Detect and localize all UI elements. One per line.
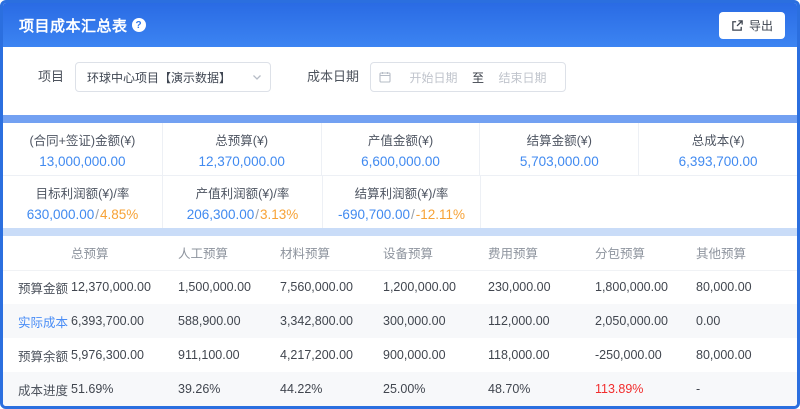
summary-row-2: 目标利润额(¥)/率 630,000.00/4.85% 产值利润额(¥)/率 2… bbox=[3, 176, 797, 228]
table-cell: 44.22% bbox=[280, 372, 383, 406]
summary-card-total-cost: 总成本(¥) 6,393,700.00 bbox=[638, 123, 797, 175]
table-row-budget-amount: 预算金额 12,370,000.00 1,500,000.00 7,560,00… bbox=[3, 270, 800, 304]
summary-value: 6,393,700.00 bbox=[679, 154, 758, 169]
col-header-rowlabel bbox=[3, 236, 71, 270]
row-label: 预算余额 bbox=[3, 338, 71, 372]
export-label: 导出 bbox=[749, 17, 773, 34]
table-cell: - bbox=[696, 372, 800, 406]
col-header-total-budget: 总预算 bbox=[71, 236, 178, 270]
summary-label: 总预算(¥) bbox=[215, 130, 268, 149]
app-window: 项目成本汇总表 ? 导出 项目 环球中心项目【演示数据】 成本日期 bbox=[0, 0, 800, 409]
summary-row-1: (合同+签证)金额(¥) 13,000,000.00 总预算(¥) 12,370… bbox=[3, 123, 797, 175]
summary-label: 总成本(¥) bbox=[692, 130, 745, 149]
summary-card-settlement-profit: 结算利润额(¥)/率 -690,700.00/-12.11% bbox=[322, 176, 480, 228]
table-cell: 230,000.00 bbox=[488, 270, 595, 304]
table-cell: 48.70% bbox=[488, 372, 595, 406]
table-cell: -250,000.00 bbox=[595, 338, 696, 372]
table-cell: 5,976,300.00 bbox=[71, 338, 178, 372]
col-header-expense-budget: 费用预算 bbox=[488, 236, 595, 270]
table-cell: 911,100.00 bbox=[178, 338, 280, 372]
table-cell: 588,900.00 bbox=[178, 304, 280, 338]
table-cell: 7,560,000.00 bbox=[280, 270, 383, 304]
row-label: 成本进度 bbox=[3, 372, 71, 406]
chevron-down-icon bbox=[252, 72, 262, 82]
summary-value: 13,000,000.00 bbox=[39, 154, 125, 169]
table-cell: 1,800,000.00 bbox=[595, 270, 696, 304]
col-header-material-budget: 材料预算 bbox=[280, 236, 383, 270]
project-filter-label: 项目 bbox=[38, 62, 64, 92]
summary-card-target-profit: 目标利润额(¥)/率 630,000.00/4.85% bbox=[3, 176, 162, 228]
table-header-row: 总预算 人工预算 材料预算 设备预算 费用预算 分包预算 其他预算 bbox=[3, 236, 800, 270]
summary-empty-cell bbox=[480, 176, 797, 228]
table-row-cost-progress: 成本进度 51.69% 39.26% 44.22% 25.00% 48.70% … bbox=[3, 372, 800, 406]
project-select[interactable]: 环球中心项目【演示数据】 bbox=[75, 62, 271, 92]
summary-label: 产值金额(¥) bbox=[368, 130, 433, 149]
export-button[interactable]: 导出 bbox=[719, 12, 785, 39]
table-cell: 300,000.00 bbox=[383, 304, 488, 338]
summary-value: 12,370,000.00 bbox=[199, 154, 285, 169]
table-cell: 1,200,000.00 bbox=[383, 270, 488, 304]
table-cell: 39.26% bbox=[178, 372, 280, 406]
table-cell: 12,370,000.00 bbox=[71, 270, 178, 304]
start-date-input[interactable]: 开始日期 bbox=[399, 69, 468, 86]
table-cell: 4,217,200.00 bbox=[280, 338, 383, 372]
table-cell: 112,000.00 bbox=[488, 304, 595, 338]
row-label: 预算金额 bbox=[3, 270, 71, 304]
section-gap-pale bbox=[3, 228, 797, 236]
summary-label: 结算金额(¥) bbox=[527, 130, 592, 149]
table-cell: 80,000.00 bbox=[696, 338, 800, 372]
end-date-input[interactable]: 结束日期 bbox=[488, 69, 557, 86]
summary-label: 目标利润额(¥)/率 bbox=[36, 183, 130, 202]
col-header-other-budget: 其他预算 bbox=[696, 236, 800, 270]
col-header-subcontract-budget: 分包预算 bbox=[595, 236, 696, 270]
table-cell: 25.00% bbox=[383, 372, 488, 406]
export-icon bbox=[731, 19, 744, 32]
table-cell: 2,050,000.00 bbox=[595, 304, 696, 338]
summary-label: (合同+签证)金额(¥) bbox=[29, 130, 135, 149]
budget-table-panel: 总预算 人工预算 材料预算 设备预算 费用预算 分包预算 其他预算 预算金额 1… bbox=[3, 236, 797, 406]
calendar-icon bbox=[379, 71, 391, 83]
table-cell: 3,342,800.00 bbox=[280, 304, 383, 338]
summary-value-rate: -690,700.00/-12.11% bbox=[338, 207, 465, 222]
row-label-link[interactable]: 实际成本 bbox=[3, 304, 71, 338]
section-gap-blue bbox=[3, 115, 797, 123]
summary-value-rate: 206,300.00/3.13% bbox=[187, 207, 299, 222]
table-cell: 0.00 bbox=[696, 304, 800, 338]
table-cell: 51.69% bbox=[71, 372, 178, 406]
col-header-equipment-budget: 设备预算 bbox=[383, 236, 488, 270]
summary-label: 产值利润额(¥)/率 bbox=[196, 183, 290, 202]
summary-panel: (合同+签证)金额(¥) 13,000,000.00 总预算(¥) 12,370… bbox=[3, 123, 797, 228]
table-cell: 6,393,700.00 bbox=[71, 304, 178, 338]
summary-label: 结算利润额(¥)/率 bbox=[355, 183, 449, 202]
table-cell: 1,500,000.00 bbox=[178, 270, 280, 304]
summary-card-total-budget: 总预算(¥) 12,370,000.00 bbox=[162, 123, 321, 175]
summary-value: 5,703,000.00 bbox=[520, 154, 599, 169]
page-title: 项目成本汇总表 bbox=[19, 15, 128, 36]
summary-value-rate: 630,000.00/4.85% bbox=[27, 207, 139, 222]
budget-table: 总预算 人工预算 材料预算 设备预算 费用预算 分包预算 其他预算 预算金额 1… bbox=[3, 236, 800, 406]
summary-value: 6,600,000.00 bbox=[361, 154, 440, 169]
date-filter-label: 成本日期 bbox=[307, 62, 359, 92]
table-cell-over-budget: 113.89% bbox=[595, 372, 696, 406]
table-cell: 80,000.00 bbox=[696, 270, 800, 304]
project-select-value: 环球中心项目【演示数据】 bbox=[87, 69, 252, 86]
table-cell: 118,000.00 bbox=[488, 338, 595, 372]
summary-card-output-amount: 产值金额(¥) 6,600,000.00 bbox=[321, 123, 480, 175]
date-to-separator: 至 bbox=[468, 69, 488, 86]
table-row-budget-balance: 预算余额 5,976,300.00 911,100.00 4,217,200.0… bbox=[3, 338, 800, 372]
help-icon[interactable]: ? bbox=[132, 18, 146, 32]
table-row-actual-cost: 实际成本 6,393,700.00 588,900.00 3,342,800.0… bbox=[3, 304, 800, 338]
filter-bar: 项目 环球中心项目【演示数据】 成本日期 开始日期 至 结束日期 bbox=[3, 47, 797, 115]
table-cell: 900,000.00 bbox=[383, 338, 488, 372]
title-bar: 项目成本汇总表 ? 导出 bbox=[3, 3, 797, 47]
col-header-labor-budget: 人工预算 bbox=[178, 236, 280, 270]
summary-card-contract-amount: (合同+签证)金额(¥) 13,000,000.00 bbox=[3, 123, 162, 175]
date-range-input[interactable]: 开始日期 至 结束日期 bbox=[370, 62, 566, 92]
summary-card-settlement-amount: 结算金额(¥) 5,703,000.00 bbox=[479, 123, 638, 175]
summary-card-output-profit: 产值利润额(¥)/率 206,300.00/3.13% bbox=[162, 176, 322, 228]
